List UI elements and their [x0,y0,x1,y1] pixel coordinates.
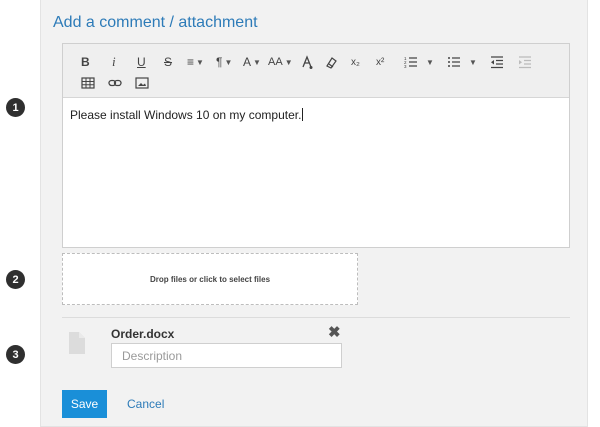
font-size-icon: AA [268,56,283,68]
bold-button[interactable]: B [81,53,90,71]
insert-table-button[interactable] [81,74,95,92]
comment-panel: Add a comment / attachment B i U S ≡ ▼ ¶ ▼… [40,0,588,427]
callout-badge-3: 3 [6,345,25,364]
insert-link-button[interactable] [108,74,122,92]
remove-attachment-icon[interactable]: ✖ [328,323,341,341]
paragraph-dropdown[interactable]: ¶ ▼ [216,53,232,71]
bullet-list-dropdown[interactable]: ▼ [447,53,477,71]
strikethrough-button[interactable]: S [164,53,172,71]
clear-format-button[interactable] [325,53,339,71]
paragraph-icon: ¶ [216,55,223,69]
save-button[interactable]: Save [62,390,107,418]
description-input[interactable] [111,343,342,368]
attachment-file-name: Order.docx [111,327,175,341]
outdent-button[interactable] [490,53,504,71]
link-icon [108,79,122,87]
chevron-down-icon: ▼ [196,57,204,67]
insert-image-button[interactable] [135,74,149,92]
chevron-down-icon: ▼ [284,57,293,67]
panel-title: Add a comment / attachment [53,14,258,31]
editor-text: Please install Windows 10 on my computer… [70,108,302,122]
text-color-fill-icon [302,55,313,69]
outdent-icon [491,56,503,69]
superscript-button[interactable]: x² [376,53,384,71]
underline-button[interactable]: U [137,53,146,71]
italic-button[interactable]: i [112,53,116,71]
chevron-down-icon: ▼ [426,57,434,67]
numbered-list-icon: 123 [404,56,417,69]
chevron-down-icon: ▼ [224,57,233,67]
bullet-list-icon [448,57,460,67]
subscript-button[interactable]: x₂ [351,53,360,71]
callout-badge-2: 2 [6,270,25,289]
eraser-icon [326,57,337,69]
document-icon [69,332,85,354]
editor-content[interactable]: Please install Windows 10 on my computer… [63,98,569,132]
callout-badge-1: 1 [6,98,25,117]
chevron-down-icon: ▼ [469,57,477,67]
dropzone-label: Drop files or click to select files [149,274,271,284]
text-cursor [302,108,304,121]
highlight-button[interactable] [300,53,314,71]
chevron-down-icon: ▼ [253,57,261,67]
numbered-list-dropdown[interactable]: 123 ▼ [404,53,434,71]
svg-text:3: 3 [404,64,407,69]
divider [62,317,570,318]
file-dropzone[interactable]: Drop files or click to select files [62,253,358,305]
rich-text-editor: B i U S ≡ ▼ ¶ ▼ A ▼ AA ▼ x₂ x² 1 2 3 ▼ ▼… [62,43,570,248]
font-size-dropdown[interactable]: AA ▼ [268,53,293,71]
table-icon [81,77,95,89]
cancel-link[interactable]: Cancel [127,397,164,411]
indent-button[interactable] [518,53,532,71]
font-color-icon: A [243,55,252,69]
image-icon [135,77,149,89]
font-color-dropdown[interactable]: A ▼ [243,53,261,71]
indent-icon [519,56,531,69]
align-dropdown[interactable]: ≡ ▼ [187,53,204,71]
align-icon: ≡ [187,55,195,69]
editor-toolbar: B i U S ≡ ▼ ¶ ▼ A ▼ AA ▼ x₂ x² 1 2 3 ▼ ▼ [63,44,569,98]
